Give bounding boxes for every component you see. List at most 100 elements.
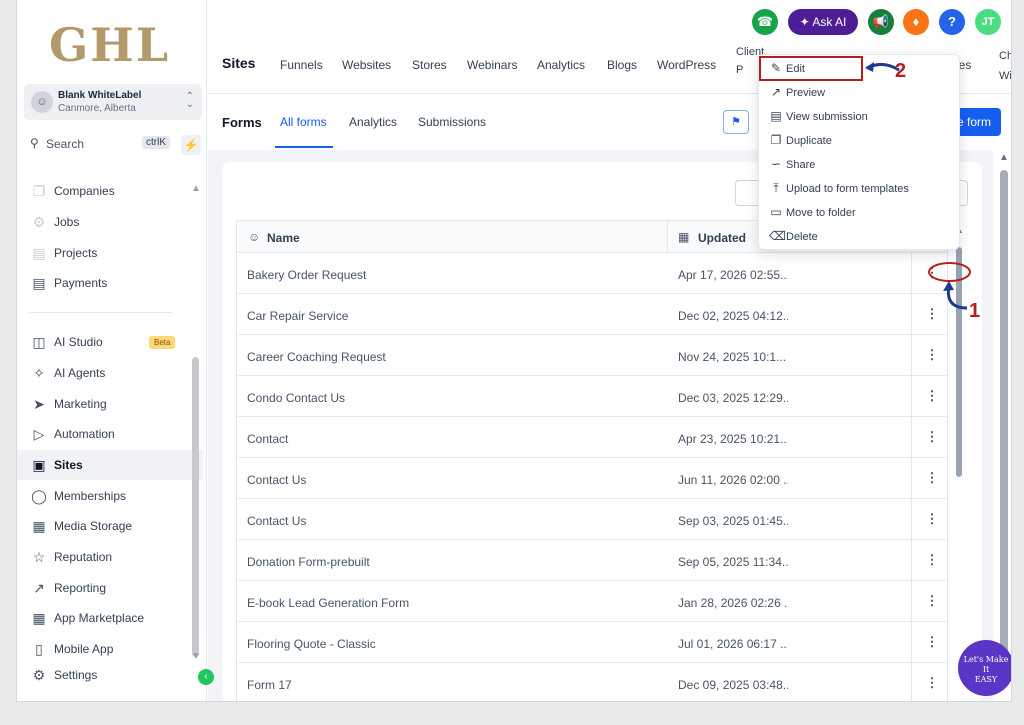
sidebar-item-ai-agents[interactable]: ✧ AI Agents — [17, 358, 203, 388]
tab-webinars[interactable]: Webinars — [467, 58, 517, 72]
menu-item-preview[interactable]: ↗ Preview — [759, 81, 961, 105]
more-options-icon[interactable]: ⋮ — [925, 511, 939, 527]
kebab-highlight-ellipse — [928, 262, 971, 282]
more-options-icon[interactable]: ⋮ — [925, 675, 939, 691]
tab-submissions[interactable]: Submissions — [418, 115, 486, 129]
tab-blogs[interactable]: Blogs — [607, 58, 637, 72]
table-row[interactable]: Career Coaching Request Nov 24, 2025 10:… — [237, 335, 947, 376]
column-header-name[interactable]: Name — [267, 231, 300, 245]
flag-icon[interactable]: ⚑ — [723, 110, 749, 134]
bell-icon[interactable]: ♦ — [903, 9, 929, 35]
sidebar-item-companies[interactable]: ❐ Companies — [17, 176, 203, 206]
more-options-icon[interactable]: ⋮ — [925, 552, 939, 568]
more-options-icon[interactable]: ⋮ — [925, 634, 939, 650]
sidebar-item-settings[interactable]: ⚙ Settings — [17, 660, 203, 690]
menu-item-delete[interactable]: ⌫ Delete — [759, 225, 961, 249]
sidebar-item-projects[interactable]: ▤ Projects — [17, 238, 203, 268]
form-name[interactable]: Car Repair Service — [247, 309, 348, 323]
more-options-icon[interactable]: ⋮ — [925, 429, 939, 445]
collapse-sidebar-icon[interactable]: ‹ — [198, 669, 214, 685]
tab-funnels[interactable]: Funnels — [280, 58, 323, 72]
table-row[interactable]: Car Repair Service Dec 02, 2025 04:12...… — [237, 294, 947, 335]
form-name[interactable]: Bakery Order Request — [247, 268, 366, 282]
column-divider — [911, 253, 912, 293]
account-switcher[interactable]: ☺ Blank WhiteLabel Canmore, Alberta ⌃ ⌄ — [24, 84, 202, 120]
form-name[interactable]: Career Coaching Request — [247, 350, 386, 364]
chevron-updown-icon: ⌃ ⌄ — [185, 91, 194, 110]
annotation-step-1: 1 — [969, 300, 981, 322]
tab-all-forms[interactable]: All forms — [280, 115, 327, 129]
tab-stores[interactable]: Stores — [412, 58, 447, 72]
sidebar-item-jobs[interactable]: ⚙ Jobs — [17, 207, 203, 237]
table-row[interactable]: E-book Lead Generation Form Jan 28, 2026… — [237, 581, 947, 622]
table-row[interactable]: Donation Form-prebuilt Sep 05, 2025 11:3… — [237, 540, 947, 581]
table-row[interactable]: Contact Apr 23, 2025 10:21... ⋮ — [237, 417, 947, 458]
sidebar-item-ai-studio[interactable]: ◫ AI Studio Beta — [17, 327, 203, 357]
table-row[interactable]: Bakery Order Request Apr 17, 2026 02:55.… — [237, 253, 947, 294]
sidebar-item-memberships[interactable]: ◯ Memberships — [17, 481, 203, 511]
sidebar-item-sites[interactable]: ▣ Sites — [17, 450, 203, 480]
sidebar-item-app-marketplace[interactable]: ▦ App Marketplace — [17, 603, 203, 633]
column-header-updated[interactable]: Updated — [698, 231, 746, 245]
form-updated: Sep 03, 2025 01:45... — [678, 514, 788, 528]
sidebar-item-marketing[interactable]: ➤ Marketing — [17, 389, 203, 419]
form-name[interactable]: E-book Lead Generation Form — [247, 596, 409, 610]
beta-badge: Beta — [149, 336, 176, 349]
sidebar-item-label: Marketing — [54, 397, 107, 411]
form-name[interactable]: Contact Us — [247, 514, 306, 528]
sidebar-item-media-storage[interactable]: ▦ Media Storage — [17, 511, 203, 541]
megaphone-icon[interactable]: 📢 — [868, 9, 894, 35]
form-name[interactable]: Donation Form-prebuilt — [247, 555, 370, 569]
tab-analytics[interactable]: Analytics — [537, 58, 585, 72]
sidebar-item-reporting[interactable]: ↗ Reporting — [17, 573, 203, 603]
active-tab-indicator — [275, 146, 333, 148]
form-name[interactable]: Condo Contact Us — [247, 391, 345, 405]
menu-item-duplicate[interactable]: ❐ Duplicate — [759, 129, 961, 153]
table-row[interactable]: Flooring Quote - Classic Jul 01, 2026 06… — [237, 622, 947, 663]
menu-item-share[interactable]: ∽ Share — [759, 153, 961, 177]
page-scroll-thumb[interactable] — [1000, 170, 1008, 680]
page-scroll-up-icon[interactable]: ▲ — [999, 152, 1009, 163]
tab-chat-widget-clipped[interactable]: Chat Widg — [999, 46, 1011, 86]
sidebar-search[interactable]: ⚲ Search ctrlK — [24, 133, 174, 155]
page-scrollbar[interactable]: ▲ ▼ — [997, 150, 1011, 695]
sidebar-scroll-down-icon[interactable]: ▼ — [191, 651, 201, 662]
column-divider — [911, 417, 912, 457]
tab-forms-analytics[interactable]: Analytics — [349, 115, 397, 129]
column-divider — [667, 221, 668, 253]
account-name: Blank WhiteLabel — [58, 90, 142, 101]
more-options-icon[interactable]: ⋮ — [925, 347, 939, 363]
help-icon[interactable]: ? — [939, 9, 965, 35]
sidebar-item-label: App Marketplace — [54, 611, 145, 625]
sidebar-item-payments[interactable]: ▤ Payments — [17, 268, 203, 298]
menu-item-upload-template[interactable]: ⤒ Upload to form templates — [759, 177, 961, 201]
menu-item-move-to-folder[interactable]: ▭ Move to folder — [759, 201, 961, 225]
table-row[interactable]: Condo Contact Us Dec 03, 2025 12:29... ⋮ — [237, 376, 947, 417]
tab-wordpress[interactable]: WordPress — [657, 58, 716, 72]
ask-ai-button[interactable]: ✦ Ask AI — [788, 9, 858, 35]
table-row[interactable]: Contact Us Sep 03, 2025 01:45... ⋮ — [237, 499, 947, 540]
sidebar-item-label: Projects — [54, 246, 98, 260]
sidebar-item-label: Sites — [54, 458, 83, 472]
quick-action-bolt-icon[interactable]: ⚡ — [181, 135, 201, 155]
sidebar-item-automation[interactable]: ▷ Automation — [17, 419, 203, 449]
more-options-icon[interactable]: ⋮ — [925, 593, 939, 609]
more-options-icon[interactable]: ⋮ — [925, 388, 939, 404]
mobile-icon: ▯ — [35, 641, 43, 657]
form-name[interactable]: Contact Us — [247, 473, 306, 487]
more-options-icon[interactable]: ⋮ — [925, 470, 939, 486]
table-row[interactable]: Form 17 Dec 09, 2025 03:48... ⋮ — [237, 663, 947, 701]
app-window: GHL ☺ Blank WhiteLabel Canmore, Alberta … — [16, 0, 1012, 702]
sidebar-item-reputation[interactable]: ☆ Reputation — [17, 542, 203, 572]
table-row[interactable]: Contact Us Jun 11, 2026 02:00 ... ⋮ — [237, 458, 947, 499]
form-name[interactable]: Form 17 — [247, 678, 292, 692]
menu-item-view-submission[interactable]: ▤ View submission — [759, 105, 961, 129]
tab-websites[interactable]: Websites — [342, 58, 391, 72]
sidebar-item-label: Mobile App — [54, 642, 114, 656]
form-name[interactable]: Contact — [247, 432, 288, 446]
lets-make-it-easy-badge[interactable]: Let's Make It EASY — [958, 640, 1011, 696]
phone-icon[interactable]: ☎ — [752, 9, 778, 35]
form-name[interactable]: Flooring Quote - Classic — [247, 637, 376, 651]
sidebar-scrollbar[interactable] — [192, 357, 199, 657]
user-avatar[interactable]: JT — [975, 9, 1001, 35]
